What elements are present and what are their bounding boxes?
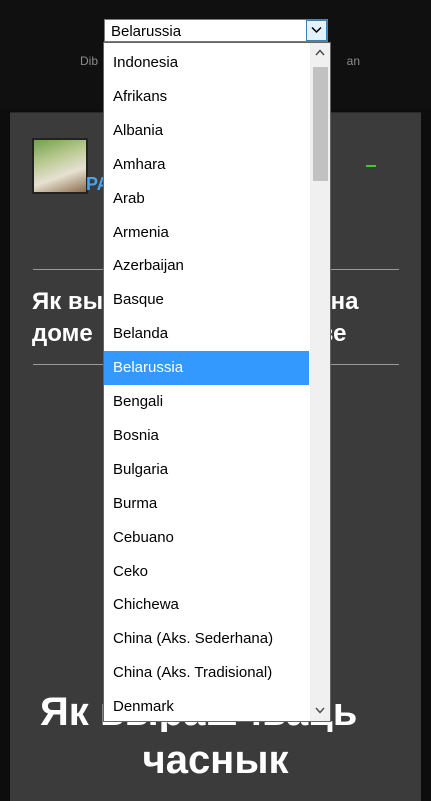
dropdown-option[interactable]: Arab [104, 182, 309, 216]
powered-text-right: an [346, 54, 360, 68]
page-margin-left [0, 110, 10, 800]
dropdown-option[interactable]: China (Aks. Tradisional) [104, 656, 309, 690]
scrollbar-thumb[interactable] [313, 67, 328, 181]
language-select-value: Belarussia [111, 23, 182, 40]
chevron-down-icon[interactable] [306, 20, 327, 41]
dropdown-option[interactable]: Bulgaria [104, 453, 309, 487]
dropdown-option[interactable]: Bengali [104, 385, 309, 419]
dropdown-option[interactable]: Chichewa [104, 588, 309, 622]
triangle-up-icon[interactable] [310, 43, 330, 63]
dropdown-option[interactable]: Albania [104, 114, 309, 148]
dropdown-option[interactable]: Amhara [104, 148, 309, 182]
dropdown-option[interactable]: Belarussia [104, 351, 309, 386]
site-logo[interactable] [32, 138, 88, 194]
dropdown-option[interactable]: Burma [104, 487, 309, 521]
hero-title-line2: часнык [142, 738, 289, 782]
article-title-line1-left: Як вы [32, 288, 104, 315]
dropdown-option[interactable]: Ceko [104, 555, 309, 589]
language-select[interactable]: Belarussia [104, 19, 328, 42]
page-margin-right [421, 110, 431, 800]
dropdown-option[interactable]: Indonesia [104, 46, 309, 80]
dropdown-option[interactable]: China (Aks. Sederhana) [104, 622, 309, 656]
dropdown-option[interactable]: Bosnia [104, 419, 309, 453]
dropdown-option[interactable]: Afrikans [104, 80, 309, 114]
dropdown-option[interactable]: Cebuano [104, 521, 309, 555]
dropdown-option[interactable]: Belanda [104, 317, 309, 351]
dropdown-option[interactable]: Azerbaijan [104, 249, 309, 283]
status-dash [366, 165, 376, 167]
dropdown-option[interactable]: Basque [104, 283, 309, 317]
triangle-down-icon[interactable] [310, 701, 330, 721]
dropdown-scrollbar[interactable] [310, 43, 330, 721]
article-title-line2-left: доме [32, 320, 93, 347]
language-dropdown-list[interactable]: Indonesia Afrikans Albania Amhara Arab Armeni… [103, 42, 331, 722]
dropdown-option[interactable]: Denmark [104, 690, 309, 721]
dropdown-option[interactable]: Armenia [104, 216, 309, 250]
powered-text-left: Dib [80, 54, 99, 68]
